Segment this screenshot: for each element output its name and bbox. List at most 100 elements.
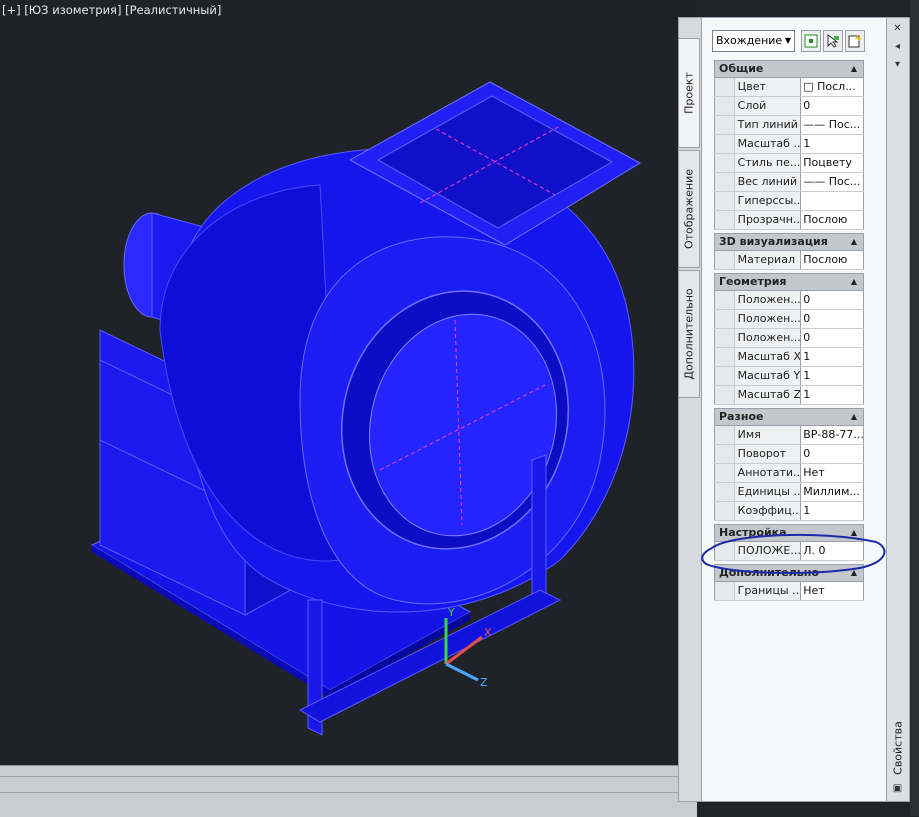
property-value[interactable]: 1 (800, 367, 864, 385)
property-name: Поворот (733, 445, 801, 463)
property-row[interactable]: Масштаб Y1 (714, 367, 864, 386)
property-name: Положен... (733, 310, 801, 328)
bottom-toolbar-area (0, 765, 697, 817)
fan-3d-model[interactable]: Y X Z (0, 0, 700, 765)
section-header[interactable]: Дополнительно ▲ (714, 564, 864, 582)
axis-y-label: Y (447, 606, 455, 619)
section-1: 3D визуализация ▲ Материал Послою (714, 233, 864, 270)
row-gutter (714, 116, 734, 134)
autohide-icon[interactable]: ◂ (891, 40, 904, 53)
section-title: Дополнительно (719, 566, 819, 579)
property-row[interactable]: Масштаб ... 1 (714, 135, 864, 154)
property-name: Стиль пе... (733, 154, 801, 172)
chevron-down-icon: ▼ (784, 36, 791, 45)
close-icon[interactable]: ✕ (891, 22, 904, 35)
properties-menu-icon[interactable]: ▾ (891, 58, 904, 71)
property-value[interactable]: Нет (800, 582, 864, 600)
palette-settings-icon[interactable]: ▣ (891, 782, 904, 795)
property-row[interactable]: Положен... 0 (714, 329, 864, 348)
property-row[interactable]: Масштаб Z1 (714, 386, 864, 405)
property-value[interactable]: Нет (800, 464, 864, 482)
section-header[interactable]: Геометрия ▲ (714, 273, 864, 291)
property-name: Цвет (733, 78, 801, 96)
property-row[interactable]: Аннотати... Нет (714, 464, 864, 483)
property-value[interactable]: 0 (800, 97, 864, 115)
row-gutter (714, 211, 734, 229)
row-gutter (714, 291, 734, 309)
property-row[interactable]: Гиперссы... (714, 192, 864, 211)
select-objects-button[interactable] (823, 30, 843, 52)
row-gutter (714, 97, 734, 115)
property-row[interactable]: Положен... 0 (714, 291, 864, 310)
row-gutter (714, 251, 734, 269)
property-value[interactable]: 1 (800, 135, 864, 153)
quick-select-button[interactable] (845, 30, 865, 52)
property-row[interactable]: Границы ... Нет (714, 582, 864, 601)
property-row[interactable]: Вес линий —— Пос... (714, 173, 864, 192)
section-header[interactable]: Настройка ▲ (714, 524, 864, 542)
property-row[interactable]: Поворот 0 (714, 445, 864, 464)
section-header[interactable]: Разное ▲ (714, 408, 864, 426)
tab-additional[interactable]: Дополнительно (679, 270, 700, 398)
property-value[interactable]: 0 (800, 329, 864, 347)
property-value[interactable]: Послою (800, 251, 864, 269)
property-value[interactable]: Миллим... (800, 483, 864, 501)
tab-project[interactable]: Проект (679, 38, 700, 148)
collapse-icon[interactable]: ▲ (851, 409, 857, 425)
property-value[interactable]: 0 (800, 445, 864, 463)
section-header[interactable]: 3D визуализация ▲ (714, 233, 864, 251)
tab-display[interactable]: Отображение (679, 150, 700, 268)
property-row[interactable]: Материал Послою (714, 251, 864, 270)
property-value[interactable]: 0 (800, 291, 864, 309)
property-row[interactable]: Цвет □ Посл... (714, 78, 864, 97)
property-row[interactable]: Масштаб X1 (714, 348, 864, 367)
row-gutter (714, 483, 734, 501)
right-edge-panel (910, 0, 919, 816)
property-value[interactable]: ВР-88-77... (800, 426, 864, 444)
property-row[interactable]: Стиль пе... Поцвету (714, 154, 864, 173)
property-row[interactable]: Коэффиц... 1 (714, 502, 864, 521)
row-gutter (714, 329, 734, 347)
property-value[interactable]: Послою (800, 211, 864, 229)
property-value[interactable]: Л. 0 (800, 542, 864, 560)
row-gutter (714, 310, 734, 328)
row-gutter (714, 386, 734, 404)
property-row[interactable]: Единицы ... Миллим... (714, 483, 864, 502)
model-viewport[interactable]: Y X Z [+] [ЮЗ изометрия] [Реалистичный] (0, 0, 700, 765)
property-row[interactable]: Тип линий —— Пос... (714, 116, 864, 135)
object-type-dropdown[interactable]: Вхождение ▼ (712, 30, 795, 52)
property-name: Материал (733, 251, 801, 269)
property-value[interactable]: —— Пос... (800, 116, 864, 134)
section-title: Разное (719, 410, 764, 423)
property-value[interactable]: □ Посл... (800, 78, 864, 96)
row-gutter (714, 192, 734, 210)
property-value[interactable] (800, 192, 864, 210)
collapse-icon[interactable]: ▲ (851, 565, 857, 581)
property-value[interactable]: 1 (800, 502, 864, 520)
property-value[interactable]: 1 (800, 386, 864, 404)
viewport-label[interactable]: [+] [ЮЗ изометрия] [Реалистичный] (2, 3, 221, 17)
property-name: Положен... (733, 329, 801, 347)
toggle-pickadd-button[interactable] (801, 30, 821, 52)
property-value[interactable]: 1 (800, 348, 864, 366)
property-row[interactable]: Прозрачн... Послою (714, 211, 864, 230)
property-name: ПОЛОЖЕ... (733, 542, 801, 560)
property-row[interactable]: Имя ВР-88-77... (714, 426, 864, 445)
property-row[interactable]: ПОЛОЖЕ... Л. 0 (714, 542, 864, 561)
palette-titlebar[interactable]: ✕ ◂ ▾ Свойства ▣ (887, 18, 909, 801)
property-value[interactable]: —— Пос... (800, 173, 864, 191)
collapse-icon[interactable]: ▲ (851, 274, 857, 290)
row-gutter (714, 78, 734, 96)
collapse-icon[interactable]: ▲ (851, 234, 857, 250)
row-gutter (714, 154, 734, 172)
property-row[interactable]: Слой 0 (714, 97, 864, 116)
collapse-icon[interactable]: ▲ (851, 525, 857, 541)
section-header[interactable]: Общие ▲ (714, 60, 864, 78)
pickadd-icon (804, 34, 818, 48)
property-name: Имя (733, 426, 801, 444)
collapse-icon[interactable]: ▲ (851, 61, 857, 77)
property-row[interactable]: Положен... 0 (714, 310, 864, 329)
property-value[interactable]: Поцвету (800, 154, 864, 172)
properties-palette[interactable]: Проект Отображение Дополнительно Вхожден… (678, 17, 910, 802)
property-value[interactable]: 0 (800, 310, 864, 328)
